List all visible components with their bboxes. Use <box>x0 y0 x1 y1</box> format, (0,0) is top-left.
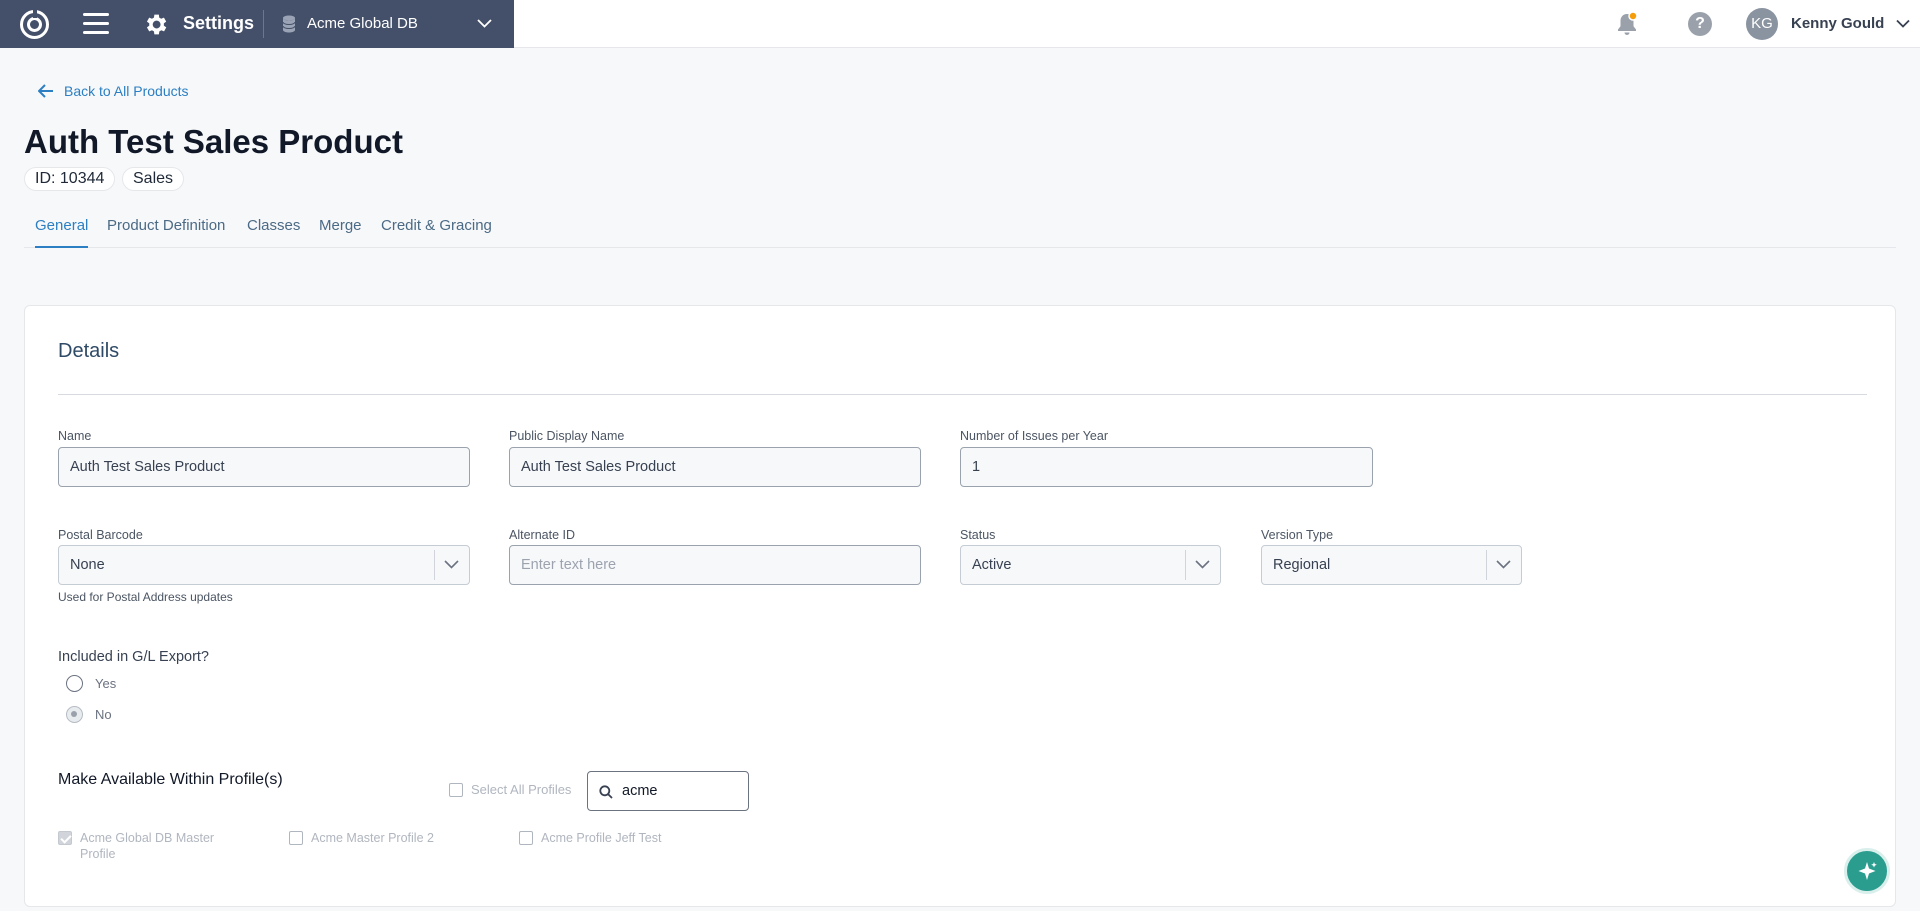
profiles-section-title: Make Available Within Profile(s) <box>58 771 283 788</box>
version-type-value: Regional <box>1273 557 1331 573</box>
chevron-down-icon <box>444 560 459 569</box>
checkbox-checked <box>58 831 72 845</box>
version-type-label: Version Type <box>1261 528 1334 542</box>
alternate-id-label: Alternate ID <box>509 528 576 542</box>
status-select[interactable]: Active <box>960 545 1221 585</box>
postal-barcode-help: Used for Postal Address updates <box>58 590 233 604</box>
name-field[interactable]: Auth Test Sales Product <box>58 447 470 487</box>
tab-bar: General Product Definition Classes Merge… <box>24 203 1896 248</box>
gl-export-question: Included in G/L Export? <box>58 649 209 665</box>
status-value: Active <box>972 557 1012 573</box>
divider <box>263 10 264 38</box>
profile-checkbox-acme-master-profile-2[interactable]: Acme Master Profile 2 <box>289 830 434 846</box>
postal-barcode-select[interactable]: None <box>58 545 470 585</box>
tab-product-definition[interactable]: Product Definition <box>107 217 225 234</box>
top-bar-brand-section: Settings Acme Global DB <box>0 0 514 48</box>
postal-barcode-label: Postal Barcode <box>58 528 143 542</box>
tab-credit-gracing[interactable]: Credit & Gracing <box>381 217 492 234</box>
search-icon <box>599 785 613 799</box>
radio-label-yes: Yes <box>95 676 117 691</box>
app-logo-icon[interactable] <box>19 9 50 40</box>
profile-label: Acme Global DB Master <box>80 831 215 845</box>
active-tab-indicator <box>35 246 88 248</box>
profile-label-continued: Profile <box>80 847 116 861</box>
profile-search-value: acme <box>622 783 658 799</box>
select-all-label: Select All Profiles <box>471 782 572 797</box>
app-title: Settings <box>183 13 255 33</box>
version-type-select[interactable]: Regional <box>1261 545 1522 585</box>
product-type-badge: Sales <box>122 167 185 191</box>
status-label: Status <box>960 528 996 542</box>
postal-barcode-value: None <box>70 557 105 573</box>
details-title: Details <box>58 340 120 362</box>
details-card: Details Name Auth Test Sales Product Pub… <box>24 305 1896 907</box>
name-label: Name <box>58 429 92 443</box>
issues-per-year-label: Number of Issues per Year <box>960 429 1108 443</box>
help-icon[interactable]: ? <box>1688 12 1712 36</box>
avatar[interactable]: KG <box>1746 8 1778 40</box>
gear-icon <box>146 14 167 35</box>
database-switcher[interactable]: Acme Global DB <box>278 0 514 48</box>
public-display-name-field[interactable]: Auth Test Sales Product <box>509 447 921 487</box>
user-name[interactable]: Kenny Gould <box>1791 15 1884 32</box>
ai-assistant-button[interactable] <box>1844 848 1890 894</box>
back-to-products-link[interactable]: Back to All Products <box>38 83 189 99</box>
chevron-down-icon <box>477 19 492 28</box>
divider <box>58 394 1867 395</box>
product-id-badge: ID: 10344 <box>24 167 116 191</box>
gl-export-no-radio[interactable]: No <box>66 706 112 723</box>
chevron-down-icon[interactable] <box>1896 18 1910 29</box>
page-title: Auth Test Sales Product <box>24 123 403 160</box>
chevron-down-icon <box>1496 560 1511 569</box>
profile-label: Acme Profile Jeff Test <box>541 831 662 845</box>
back-link-label: Back to All Products <box>64 83 189 99</box>
profile-search-input[interactable]: acme <box>587 771 749 811</box>
chevron-down-icon <box>1195 560 1210 569</box>
database-name: Acme Global DB <box>307 15 418 32</box>
arrow-left-icon <box>38 84 53 98</box>
tab-general[interactable]: General <box>35 217 88 234</box>
sparkle-icon <box>1858 862 1877 880</box>
select-all-profiles-checkbox[interactable]: Select All Profiles <box>449 782 571 797</box>
checkbox <box>449 782 463 797</box>
issues-per-year-field[interactable]: 1 <box>960 447 1373 487</box>
alternate-id-field[interactable]: Enter text here <box>509 545 921 585</box>
public-display-name-label: Public Display Name <box>509 429 625 443</box>
profile-label: Acme Master Profile 2 <box>311 831 434 845</box>
radio-label-no: No <box>95 707 112 722</box>
menu-icon[interactable] <box>83 13 109 35</box>
profile-checkbox-acme-profile-jeff-test[interactable]: Acme Profile Jeff Test <box>519 830 661 846</box>
top-bar: Settings Acme Global DB ? KG Kenny Gould <box>0 0 1920 48</box>
checkbox <box>519 831 533 845</box>
radio-unchecked <box>66 675 83 692</box>
checkbox <box>289 831 303 845</box>
database-icon <box>282 15 296 33</box>
profile-checkbox-acme-global-db-master[interactable]: Acme Global DB Master Profile <box>58 830 214 862</box>
tab-merge[interactable]: Merge <box>319 217 362 234</box>
notifications-bell-icon[interactable] <box>1616 11 1638 37</box>
gl-export-yes-radio[interactable]: Yes <box>66 675 116 692</box>
tab-classes[interactable]: Classes <box>247 217 300 234</box>
radio-checked <box>66 706 83 723</box>
